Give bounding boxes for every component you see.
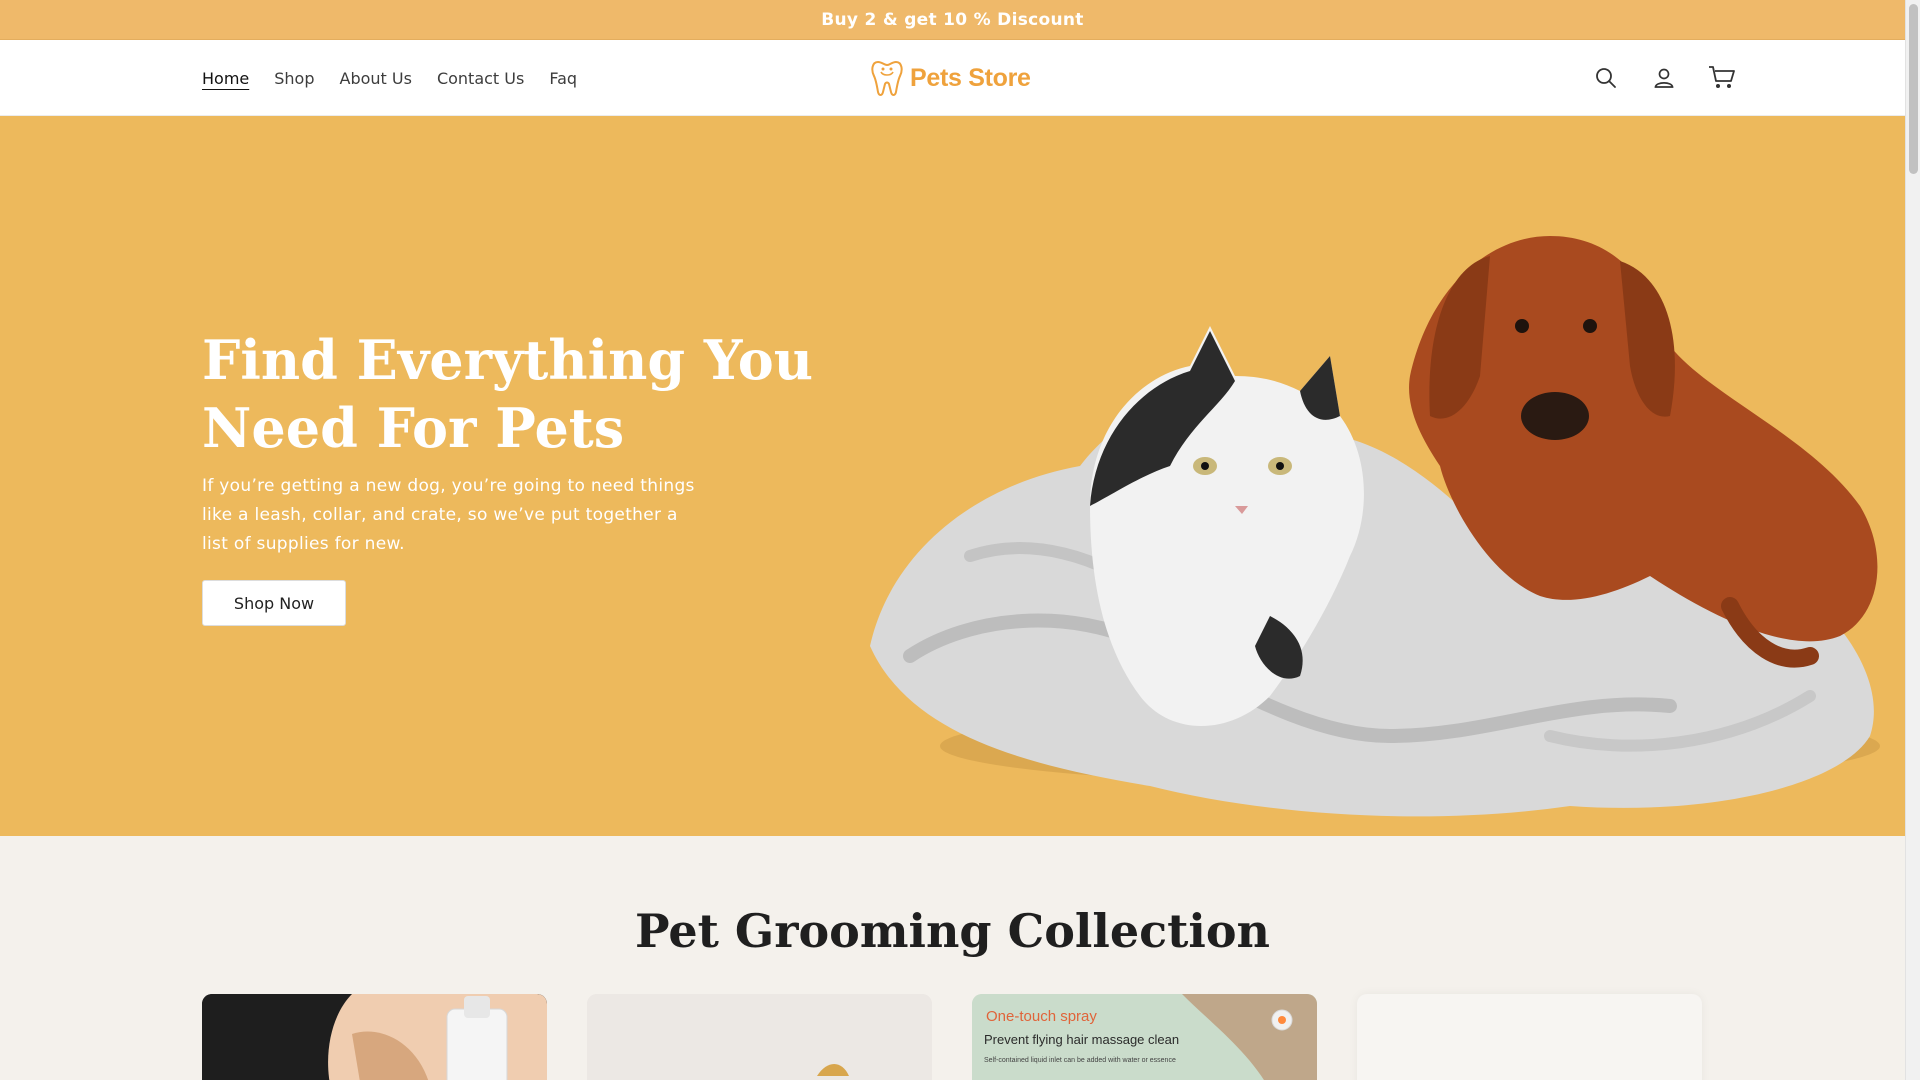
product-card[interactable] [1357,994,1702,1080]
card-promo-subtitle: Prevent flying hair massage clean [984,1032,1180,1047]
product-card[interactable] [202,994,547,1080]
header-icons [1588,40,1740,116]
scrollbar-thumb[interactable] [1909,4,1918,174]
hero-title: Find Everything You Need For Pets [202,328,814,460]
search-icon[interactable] [1588,60,1624,96]
nav-contact-us[interactable]: Contact Us [437,69,524,88]
hero-banner: Find Everything You Need For Pets If you… [0,116,1905,836]
cart-icon[interactable] [1704,60,1740,96]
tooth-logo-icon [871,60,903,96]
main-nav: Home Shop About Us Contact Us Faq [202,40,577,116]
card-promo-title: One-touch spray [986,1008,1097,1025]
site-header: Home Shop About Us Contact Us Faq Pets S… [0,40,1905,116]
product-card[interactable] [587,994,932,1080]
card-promo-note: Self-contained liquid inlet can be added… [984,1057,1176,1064]
announcement-bar: Buy 2 & get 10 % Discount [0,0,1905,40]
pet-comb-image [587,994,932,1080]
announcement-text: Buy 2 & get 10 % Discount [821,9,1084,30]
grooming-collection-section: Pet Grooming Collection One-touch spray … [0,836,1905,1080]
collection-title: Pet Grooming Collection [635,904,1270,958]
nav-shop[interactable]: Shop [274,69,314,88]
page-scrollbar[interactable] [1905,0,1920,1080]
logo-text: Pets Store [910,63,1031,92]
product-card[interactable]: One-touch spray Prevent flying hair mass… [972,994,1317,1080]
dog-and-cat-image [870,236,1880,817]
nav-faq[interactable]: Faq [549,69,577,88]
account-icon[interactable] [1646,60,1682,96]
hero-description: If you’re getting a new dog, you’re goin… [202,476,695,554]
store-logo[interactable]: Pets Store [870,56,1031,100]
nav-about-us[interactable]: About Us [340,69,412,88]
shop-now-button[interactable]: Shop Now [202,580,346,626]
nav-home[interactable]: Home [202,69,249,88]
nail-grinder-image [202,994,547,1080]
